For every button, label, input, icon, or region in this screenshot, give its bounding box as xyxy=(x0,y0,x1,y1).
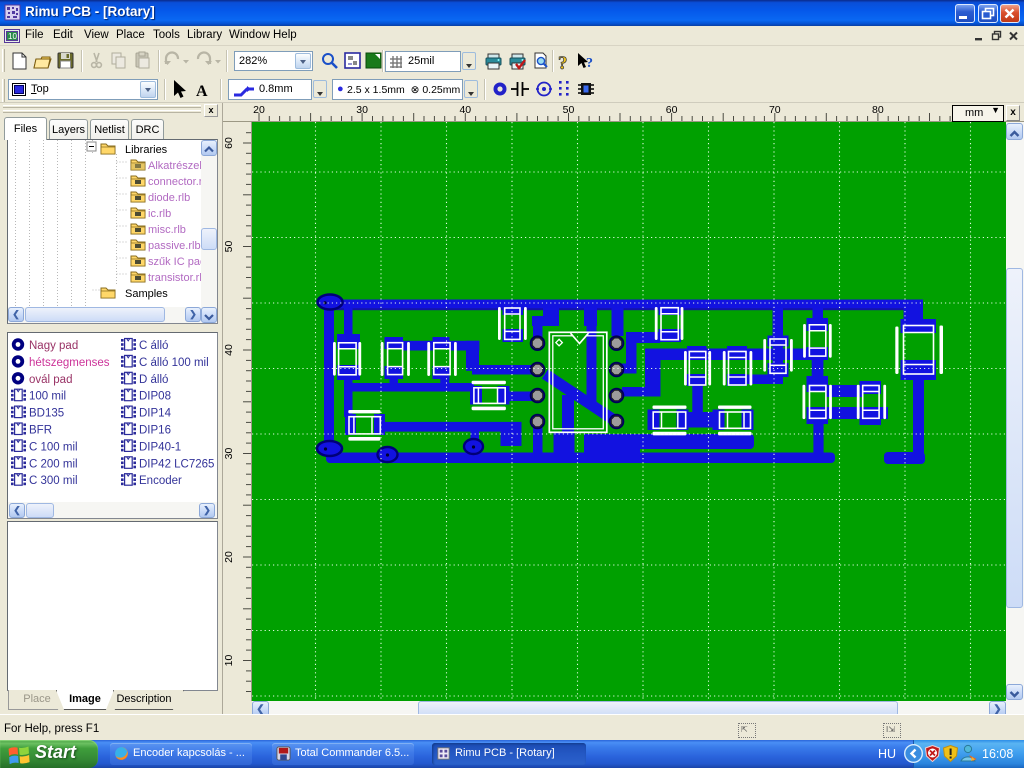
svg-text:ic.rlb: ic.rlb xyxy=(148,208,171,220)
svg-text:50: 50 xyxy=(223,241,235,253)
svg-text:?: ? xyxy=(558,53,568,74)
svg-text:20: 20 xyxy=(223,551,235,563)
svg-text:C 100 mil: C 100 mil xyxy=(29,441,78,453)
svg-text:D álló: D álló xyxy=(139,374,168,386)
svg-text:Libraries: Libraries xyxy=(125,144,168,156)
svg-text:misc.rlb: misc.rlb xyxy=(148,224,186,236)
svg-text:Nagy pad: Nagy pad xyxy=(29,340,78,352)
svg-text:60: 60 xyxy=(223,137,235,149)
svg-text:C 300 mil: C 300 mil xyxy=(29,475,78,487)
svg-text:40: 40 xyxy=(459,104,471,116)
svg-text:80: 80 xyxy=(872,104,884,116)
svg-text:DIP16: DIP16 xyxy=(139,425,171,437)
svg-text:30: 30 xyxy=(356,104,368,116)
svg-text:C 200 mil: C 200 mil xyxy=(29,458,78,470)
svg-text:BFR: BFR xyxy=(29,425,52,437)
svg-text:Alkatrészek: Alkatrészek xyxy=(148,160,205,172)
svg-text:BD135: BD135 xyxy=(29,408,64,420)
svg-text:hétszegmenses: hétszegmenses xyxy=(29,357,110,369)
svg-text:60: 60 xyxy=(666,104,678,116)
svg-text:DIP40-1: DIP40-1 xyxy=(139,441,181,453)
svg-text:C álló: C álló xyxy=(139,340,168,352)
svg-text:DIP42 LC7265: DIP42 LC7265 xyxy=(139,458,214,470)
svg-text:Samples: Samples xyxy=(125,288,168,300)
svg-text:szűk IC pac: szűk IC pac xyxy=(148,256,206,268)
svg-text:20: 20 xyxy=(253,104,265,116)
svg-text:DIP14: DIP14 xyxy=(139,408,172,420)
svg-text:ovál pad: ovál pad xyxy=(29,374,72,386)
svg-text:connector.r: connector.r xyxy=(148,176,203,188)
svg-text:50: 50 xyxy=(563,104,575,116)
svg-text:C álló 100 mil: C álló 100 mil xyxy=(139,357,209,369)
svg-text:10: 10 xyxy=(223,655,235,667)
svg-text:70: 70 xyxy=(769,104,781,116)
svg-text:diode.rlb: diode.rlb xyxy=(148,192,190,204)
svg-text:transistor.rlb: transistor.rlb xyxy=(148,272,208,284)
svg-text:10: 10 xyxy=(8,32,17,41)
svg-text:Encoder: Encoder xyxy=(139,475,182,487)
svg-text:A: A xyxy=(196,83,208,100)
svg-text:100 mil: 100 mil xyxy=(29,391,66,403)
svg-text:30: 30 xyxy=(223,448,235,460)
svg-text:passive.rlb: passive.rlb xyxy=(148,240,201,252)
svg-text:40: 40 xyxy=(223,344,235,356)
svg-text:?: ? xyxy=(586,56,593,71)
svg-text:DIP08: DIP08 xyxy=(139,391,171,403)
